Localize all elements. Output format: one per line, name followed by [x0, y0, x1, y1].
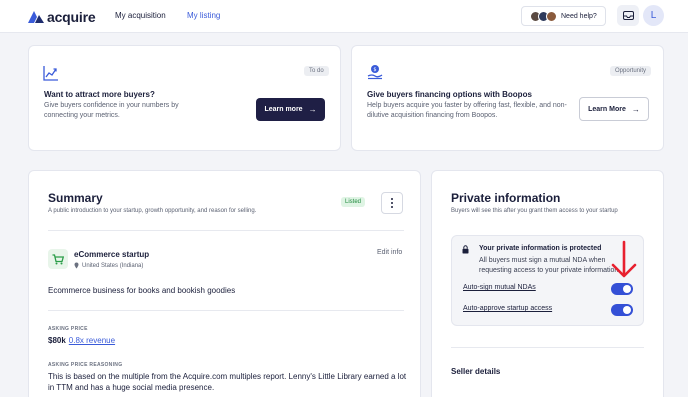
business-name: eCommerce startup	[74, 250, 150, 259]
metrics-promo-card: To do Want to attract more buyers? Give …	[28, 45, 341, 151]
more-options-button[interactable]	[381, 192, 403, 214]
listed-status-badge: Listed	[341, 197, 366, 207]
reasoning-line: in TTM and has a huge social media prese…	[48, 383, 215, 392]
promo-description-line: connecting your metrics.	[44, 112, 120, 119]
chart-growth-icon	[43, 66, 58, 81]
asking-price-reasoning: This is based on the multiple from the A…	[48, 371, 408, 393]
auto-sign-nda-label[interactable]: Auto-sign mutual NDAs	[463, 284, 536, 291]
support-avatars	[530, 10, 557, 22]
location-text: United States (Indiana)	[82, 262, 144, 269]
learn-more-label: Learn More	[588, 105, 626, 113]
learn-more-button[interactable]: Learn more →	[256, 98, 325, 121]
top-navigation-bar: acquire My acquisition My listing Need h…	[0, 0, 688, 33]
acquire-logo-icon	[28, 11, 44, 23]
learn-more-label: Learn more	[264, 106, 303, 113]
private-information-card: Private information Buyers will see this…	[431, 170, 664, 397]
opportunity-tag: Opportunity	[610, 66, 652, 76]
kebab-dot	[391, 202, 393, 204]
edit-info-link[interactable]: Edit info	[377, 249, 402, 256]
summary-subtitle: A public introduction to your startup, g…	[48, 208, 257, 214]
need-help-label: Need help?	[561, 12, 597, 20]
auto-approve-access-toggle[interactable]	[611, 304, 633, 316]
promo-description-line: Give buyers confidence in your numbers b…	[44, 102, 179, 109]
location-pin-icon	[74, 262, 79, 269]
summary-title: Summary	[48, 191, 103, 205]
money-hand-icon: $	[367, 65, 383, 80]
divider	[451, 347, 644, 348]
asking-price-value: $80k	[48, 336, 66, 345]
asking-price-label: ASKING PRICE	[48, 326, 88, 332]
kebab-dot	[391, 198, 393, 200]
acquire-logo[interactable]: acquire	[28, 9, 96, 25]
logo-text: acquire	[47, 9, 96, 25]
protected-title: Your private information is protected	[479, 245, 602, 252]
private-info-title: Private information	[451, 191, 561, 205]
seller-details-heading: Seller details	[451, 367, 501, 376]
divider	[48, 230, 404, 231]
promo-description: Help buyers acquire you faster by offeri…	[367, 101, 567, 121]
annotation-arrow-icon	[611, 240, 637, 278]
financing-promo-card: $ Opportunity Give buyers financing opti…	[351, 45, 664, 151]
nav-my-listing[interactable]: My listing	[187, 11, 220, 20]
promo-title: Want to attract more buyers?	[44, 90, 155, 99]
divider	[48, 310, 404, 311]
summary-card: Summary A public introduction to your st…	[28, 170, 421, 397]
need-help-button[interactable]: Need help?	[521, 6, 606, 26]
private-info-subtitle: Buyers will see this after you grant the…	[451, 208, 618, 214]
kebab-dot	[391, 206, 393, 208]
asking-price: $80k 0.8x revenue	[48, 336, 115, 345]
arrow-right-icon: →	[308, 105, 317, 114]
reasoning-line: This is based on the multiple from the A…	[48, 372, 407, 381]
arrow-right-icon: →	[631, 104, 640, 114]
auto-approve-access-label[interactable]: Auto-approve startup access	[463, 305, 552, 312]
learn-more-boopos-button[interactable]: Learn More →	[579, 97, 649, 121]
shopping-cart-icon	[48, 249, 68, 269]
lock-icon	[462, 245, 469, 254]
svg-text:$: $	[373, 67, 376, 73]
business-location: United States (Indiana)	[74, 262, 143, 269]
auto-sign-nda-toggle[interactable]	[611, 283, 633, 295]
nav-my-acquisition[interactable]: My acquisition	[115, 11, 166, 20]
inbox-icon	[622, 11, 634, 20]
business-description: Ecommerce business for books and bookish…	[48, 286, 236, 295]
inbox-button[interactable]	[617, 5, 639, 26]
promo-description: Give buyers confidence in your numbers b…	[44, 101, 179, 121]
promo-description-line: Help buyers acquire you faster by offeri…	[367, 102, 567, 109]
asking-price-reasoning-label: ASKING PRICE REASONING	[48, 362, 123, 368]
promo-title: Give buyers financing options with Boopo…	[367, 90, 532, 99]
todo-tag: To do	[304, 66, 329, 76]
promo-description-line: dilutive acquisition financing from Boop…	[367, 112, 498, 119]
user-avatar[interactable]: L	[643, 5, 664, 26]
avatar	[546, 10, 557, 22]
revenue-multiple-link[interactable]: 0.8x revenue	[69, 336, 115, 345]
